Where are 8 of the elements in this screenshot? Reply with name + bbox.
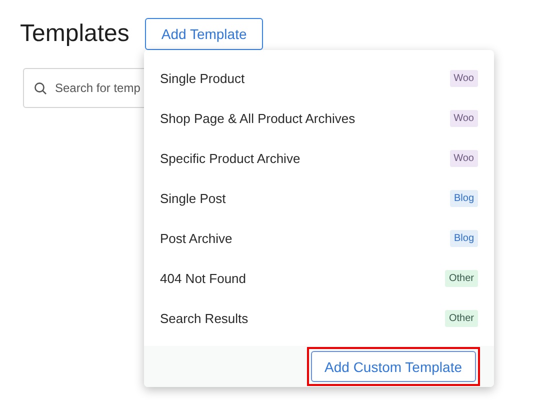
category-tag: Other (444, 310, 478, 326)
category-tag: Woo (450, 110, 478, 126)
category-tag: Woo (450, 150, 478, 166)
category-tag: Other (444, 270, 478, 286)
category-tag: Blog (450, 190, 478, 206)
page-title: Templates (20, 20, 130, 48)
category-tag: Blog (450, 230, 478, 246)
category-tag: Woo (450, 70, 478, 86)
